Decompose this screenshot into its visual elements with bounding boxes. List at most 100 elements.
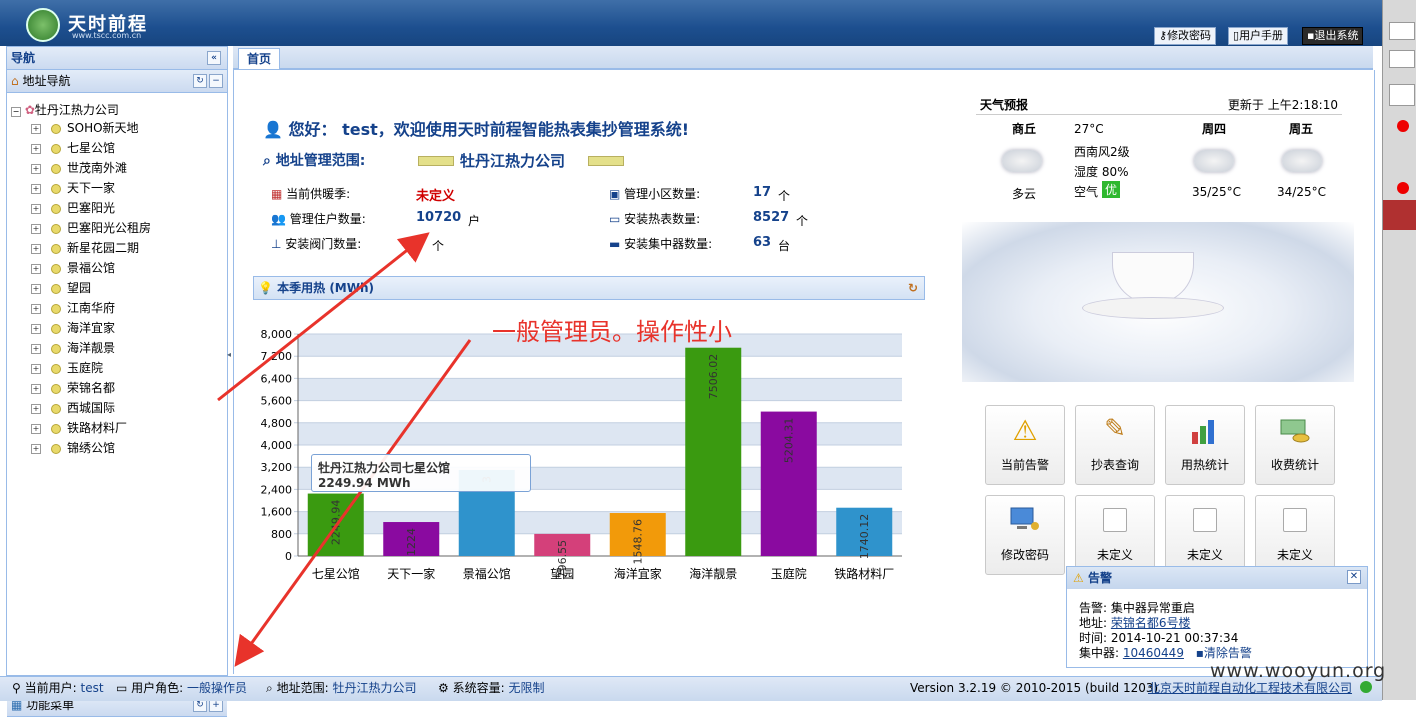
logout-button[interactable]: ▪退出系统 xyxy=(1302,27,1364,45)
y-tick-label: 800 xyxy=(271,528,292,541)
tile-undefined-3[interactable]: 未定义 xyxy=(1255,495,1335,575)
expand-node-icon[interactable]: + xyxy=(31,143,41,154)
grid-band xyxy=(298,378,902,401)
change-password-button[interactable]: ⚷修改密码 xyxy=(1154,27,1217,45)
tree-item[interactable]: + 玉庭院 xyxy=(31,359,103,377)
tab-home[interactable]: 首页 xyxy=(238,48,280,69)
expand-node-icon[interactable]: + xyxy=(31,383,41,394)
expand-node-icon[interactable]: + xyxy=(31,263,41,274)
concentrators-row: ▬ 安装集中器数量: xyxy=(609,237,713,251)
expand-node-icon[interactable]: + xyxy=(31,223,41,234)
tree-item[interactable]: + 荣锦名都 xyxy=(31,379,115,397)
tile-meter-query[interactable]: ✎ 抄表查询 xyxy=(1075,405,1155,485)
community-icon xyxy=(51,363,61,374)
background-window-strip xyxy=(1382,0,1416,700)
expand-node-icon[interactable]: + xyxy=(31,203,41,214)
refresh-chart-icon[interactable]: ↻ xyxy=(908,277,918,299)
community-icon xyxy=(51,263,61,274)
tree-item[interactable]: + 世茂南外滩 xyxy=(31,159,127,177)
x-category-label: 铁路材料厂 xyxy=(834,566,894,581)
community-icon xyxy=(51,323,61,334)
meters-row: ▭ 安装热表数量: xyxy=(609,212,701,226)
expand-node-icon[interactable]: + xyxy=(31,243,41,254)
expand-node-icon[interactable]: + xyxy=(31,123,41,134)
sidebar-header: 导航 « xyxy=(7,47,227,70)
tree-root[interactable]: − ✿牡丹江热力公司 xyxy=(11,101,119,119)
tile-undefined-1[interactable]: 未定义 xyxy=(1075,495,1155,575)
concentrator-link[interactable]: 10460449 xyxy=(1123,646,1184,660)
households-value: 10720 xyxy=(416,210,462,225)
collapse-sidebar-icon[interactable]: « xyxy=(207,51,221,65)
expand-node-icon[interactable]: + xyxy=(31,183,41,194)
expand-node-icon[interactable]: + xyxy=(31,423,41,434)
expand-node-icon[interactable]: + xyxy=(31,343,41,354)
annotation-text: 一般管理员。操作性小 xyxy=(492,318,732,346)
expand-node-icon[interactable]: + xyxy=(31,363,41,374)
y-tick-label: 4,800 xyxy=(261,417,293,430)
status-user: ⚲ 当前用户: test xyxy=(12,681,104,695)
bar-value-label: 2249.94 xyxy=(330,500,343,546)
community-icon xyxy=(51,243,61,254)
tree-item[interactable]: + 天下一家 xyxy=(31,179,115,197)
house-icon: ⌂ xyxy=(11,74,19,88)
tree-item[interactable]: + 七星公馆 xyxy=(31,139,115,157)
blank-icon xyxy=(1193,508,1217,532)
tree-item[interactable]: + 巴塞阳光 xyxy=(31,199,115,217)
scope-value: 牡丹江热力公司 xyxy=(460,152,566,170)
tree-item[interactable]: + 巴塞阳光公租房 xyxy=(31,219,151,237)
splitter-handle[interactable]: ◂ xyxy=(227,350,232,364)
expand-node-icon[interactable]: + xyxy=(31,303,41,314)
community-icon xyxy=(51,423,61,434)
expand-node-icon[interactable]: + xyxy=(31,323,41,334)
tree-item[interactable]: + 景福公馆 xyxy=(31,259,115,277)
air-label: 空气 xyxy=(1074,185,1099,199)
communities-row: ▣ 管理小区数量: xyxy=(609,187,701,201)
minimize-icon[interactable]: − xyxy=(209,74,223,88)
tile-current-alarm[interactable]: ⚠ 当前告警 xyxy=(985,405,1065,485)
expand-node-icon[interactable]: + xyxy=(31,443,41,454)
collapse-node-icon[interactable]: − xyxy=(11,107,21,117)
tree-item[interactable]: + 海洋宜家 xyxy=(31,319,115,337)
tile-billing-stats[interactable]: 收费统计 xyxy=(1255,405,1335,485)
expand-node-icon[interactable]: + xyxy=(31,283,41,294)
tree-item[interactable]: + 海洋靓景 xyxy=(31,339,115,357)
warning-icon: ⚠ xyxy=(1012,414,1038,447)
tile-heat-stats[interactable]: 用热统计 xyxy=(1165,405,1245,485)
strip-button xyxy=(1389,50,1415,68)
close-icon[interactable]: ✕ xyxy=(1347,570,1361,584)
refresh-icon[interactable]: ↻ xyxy=(193,74,207,88)
tree-item[interactable]: + 锦绣公馆 xyxy=(31,439,115,457)
blank-icon xyxy=(1283,508,1307,532)
alert-address-link[interactable]: 荣锦名都6号楼 xyxy=(1111,616,1191,630)
tree-item[interactable]: + 江南华府 xyxy=(31,299,115,317)
key-icon: ⚷ xyxy=(1159,29,1168,42)
status-role: ▭ 用户角色: 一般操作员 xyxy=(116,681,248,695)
sidebar-title: 导航 xyxy=(11,51,36,65)
tree-item[interactable]: + 铁路材料厂 xyxy=(31,419,127,437)
logo-tree-icon xyxy=(26,8,60,42)
y-tick-label: 2,400 xyxy=(261,483,293,496)
saucer-icon xyxy=(1082,297,1224,319)
tree-item[interactable]: + 望园 xyxy=(31,279,91,297)
community-icon xyxy=(51,203,61,214)
cloudy-icon xyxy=(1282,150,1322,172)
red-dot-icon xyxy=(1397,182,1409,194)
user-manual-button[interactable]: ▯用户手册 xyxy=(1228,27,1289,45)
day3-name: 周五 xyxy=(1289,122,1314,136)
expand-node-icon[interactable]: + xyxy=(31,163,41,174)
tree-item[interactable]: + 西城国际 xyxy=(31,399,115,417)
tile-change-password[interactable]: 修改密码 xyxy=(985,495,1065,575)
y-tick-label: 4,000 xyxy=(261,439,293,452)
clear-alarm-button[interactable]: ▪清除告警 xyxy=(1196,646,1252,660)
bar-value-label: 7506.02 xyxy=(707,354,720,400)
watermark: www.wooyun.org xyxy=(1210,660,1387,682)
tree-item[interactable]: + 新星花园二期 xyxy=(31,239,139,257)
tile-undefined-2[interactable]: 未定义 xyxy=(1165,495,1245,575)
address-nav-title: 地址导航 xyxy=(22,74,71,88)
tree-item[interactable]: + SOHO新天地 xyxy=(31,119,139,137)
x-category-label: 天下一家 xyxy=(387,566,435,581)
expand-node-icon[interactable]: + xyxy=(31,403,41,414)
user-icon: 👤 xyxy=(263,120,283,139)
weather-updated: 更新于 上午2:18:10 xyxy=(1227,98,1338,112)
community-icon xyxy=(51,123,61,134)
